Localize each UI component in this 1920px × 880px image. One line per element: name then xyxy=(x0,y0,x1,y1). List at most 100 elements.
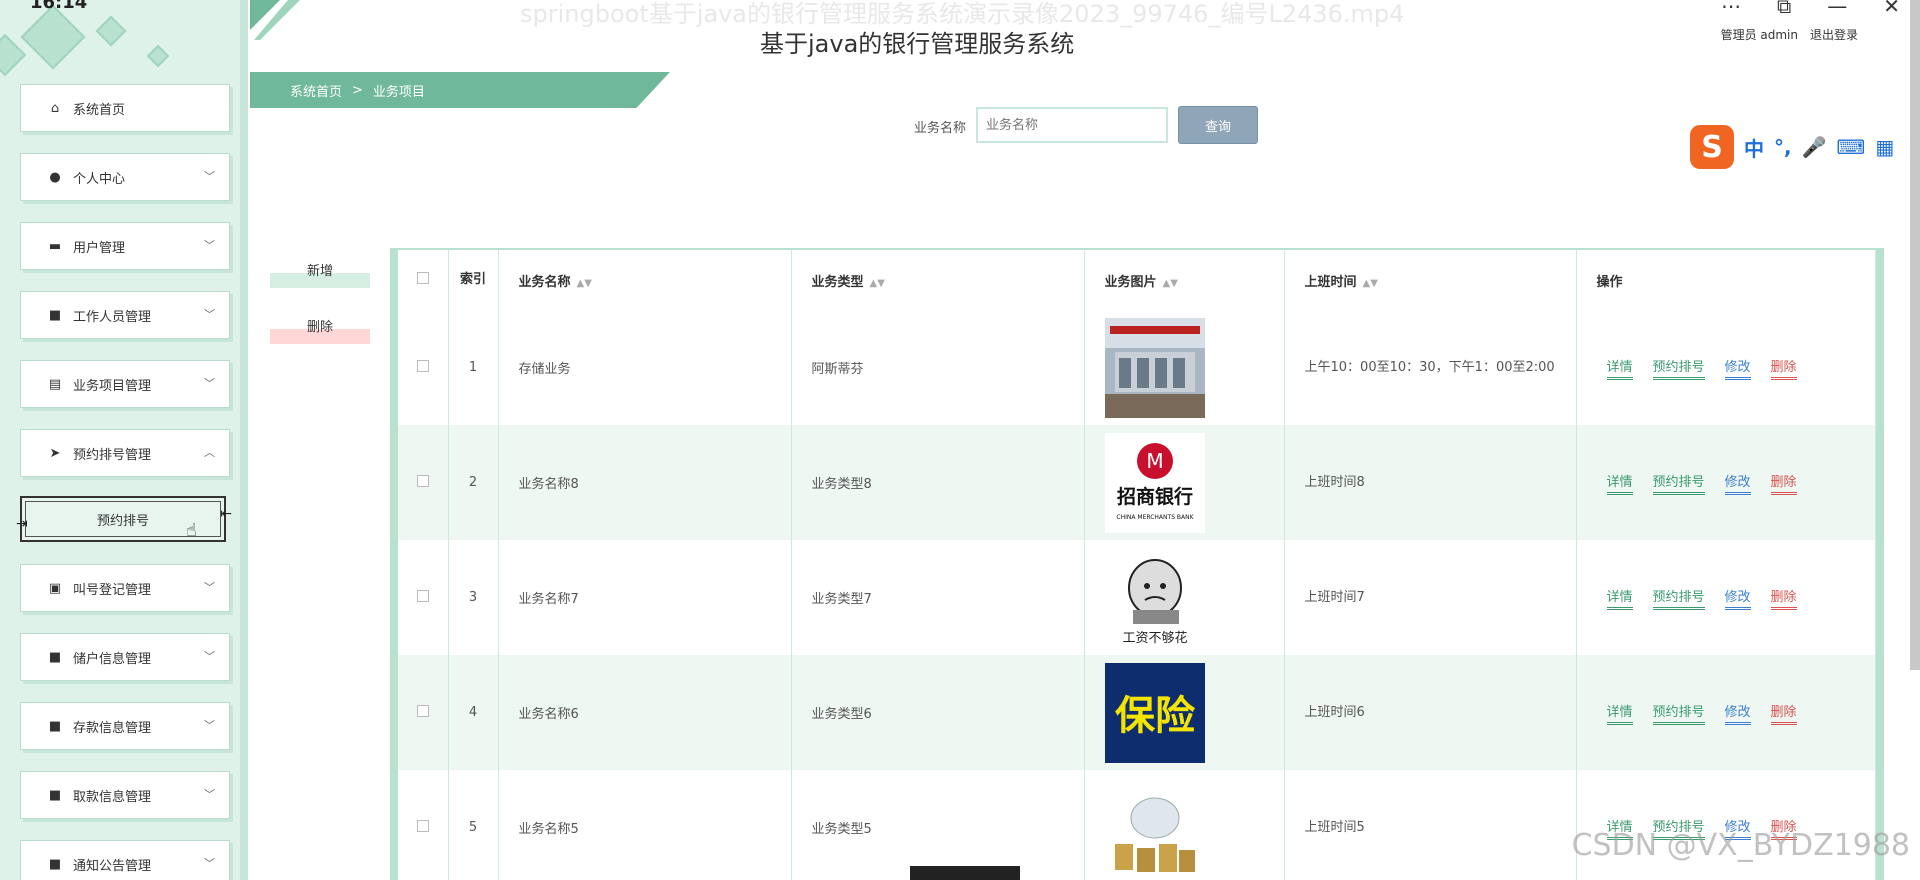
detail-link[interactable]: 详情 xyxy=(1606,701,1633,725)
sidebar-edge xyxy=(240,0,248,880)
sidebar-decoration xyxy=(0,33,27,77)
breadcrumb-separator: > xyxy=(352,82,363,98)
business-image xyxy=(1104,317,1205,418)
header-type-label: 业务类型 xyxy=(811,274,864,290)
minimize-icon[interactable]: — xyxy=(1827,0,1847,18)
sidebar-item[interactable]: ⌂ 系统首页 xyxy=(20,84,230,132)
sort-icon[interactable]: ▲▼ xyxy=(1363,278,1378,289)
header-image[interactable]: 业务图片 ▲▼ xyxy=(1084,250,1285,310)
search-input[interactable] xyxy=(976,107,1168,143)
add-button[interactable]: 新增 xyxy=(270,258,370,288)
sidebar-item-label: 工作人员管理 xyxy=(73,309,152,325)
sidebar-item[interactable]: ■ 取款信息管理 ﹀ xyxy=(20,771,230,819)
sort-icon[interactable]: ▲▼ xyxy=(577,278,592,289)
page-title: 基于java的银行管理服务系统 xyxy=(760,30,1075,58)
business-image: 保险 xyxy=(1104,662,1205,763)
reserve-link[interactable]: 预约排号 xyxy=(1652,586,1705,610)
select-all-checkbox[interactable] xyxy=(416,272,429,284)
row-checkbox[interactable] xyxy=(416,474,429,487)
apps-icon[interactable]: ▦ xyxy=(1875,135,1894,159)
row-checkbox[interactable] xyxy=(416,589,429,602)
row-select-cell xyxy=(398,425,449,540)
sort-icon[interactable]: ▲▼ xyxy=(870,278,885,289)
cell-index: 5 xyxy=(448,770,499,880)
breadcrumb-home[interactable]: 系统首页 xyxy=(290,81,342,100)
detail-link[interactable]: 详情 xyxy=(1606,586,1633,610)
user-area: 管理员 admin 退出登录 xyxy=(1721,26,1858,43)
sidebar-item[interactable]: ▤ 业务项目管理 ﹀ xyxy=(20,360,230,408)
cell-time: 上班时间8 xyxy=(1284,425,1577,540)
logout-link[interactable]: 退出登录 xyxy=(1810,26,1858,43)
keyboard-icon[interactable]: ⌨ xyxy=(1837,135,1866,159)
header-image-label: 业务图片 xyxy=(1104,274,1157,290)
detail-link[interactable]: 详情 xyxy=(1606,471,1633,495)
edit-link[interactable]: 修改 xyxy=(1724,586,1751,610)
sidebar-item[interactable]: ● 个人中心 ﹀ xyxy=(20,153,230,201)
chevron-down-icon: ﹀ xyxy=(204,308,215,321)
sidebar: ⌂ 系统首页 ● 个人中心 ﹀ ▬ 用户管理 ﹀ ■ 工作人员管理 ﹀ ▤ 业务项目管理 ﹀ ➤ 预约排号管理… xyxy=(0,0,248,880)
insurance-text: 保险 xyxy=(1115,693,1196,739)
sidebar-item[interactable]: ▬ 用户管理 ﹀ xyxy=(20,222,230,270)
ime-language[interactable]: 中 xyxy=(1744,133,1764,162)
sidebar-item[interactable]: ■ 工作人员管理 ﹀ xyxy=(20,291,230,339)
sidebar-item-label: 叫号登记管理 xyxy=(73,582,152,598)
cell-name: 存储业务 xyxy=(498,310,792,425)
sidebar-item-label: 通知公告管理 xyxy=(73,858,152,874)
sidebar-item[interactable]: ■ 存款信息管理 ﹀ xyxy=(20,702,230,750)
menu-icon[interactable]: ⋯ xyxy=(1721,0,1741,18)
edit-link[interactable]: 修改 xyxy=(1724,471,1751,495)
sidebar-item[interactable]: ➤ 预约排号管理 ︿ xyxy=(20,429,230,477)
close-icon[interactable]: ✕ xyxy=(1883,0,1900,18)
meme-text: 工资不够花 xyxy=(1122,630,1187,646)
sogou-logo-icon[interactable]: S xyxy=(1690,125,1734,169)
scrollbar[interactable] xyxy=(1910,0,1920,670)
sidebar-subitem-label: 预约排号 xyxy=(96,513,149,529)
send-icon: ➤ xyxy=(49,445,61,461)
cell-image: 保险 xyxy=(1084,655,1285,770)
delete-link[interactable]: 删除 xyxy=(1770,356,1797,380)
table-row: 4 业务名称6 业务类型6 保险 上班时间6 详情 预约排号 修改 删除 xyxy=(398,655,1876,770)
header-index: 索引 xyxy=(448,250,499,310)
restore-icon[interactable]: ⧉ xyxy=(1777,0,1791,18)
row-select-cell xyxy=(398,310,449,425)
sidebar-item[interactable]: ▣ 叫号登记管理 ﹀ xyxy=(20,564,230,612)
cell-name: 业务名称6 xyxy=(498,655,792,770)
header-type[interactable]: 业务类型 ▲▼ xyxy=(791,250,1085,310)
sort-icon[interactable]: ▲▼ xyxy=(1163,278,1178,289)
sidebar-decoration xyxy=(20,4,86,70)
header-time[interactable]: 上班时间 ▲▼ xyxy=(1284,250,1577,310)
chevron-down-icon: ﹀ xyxy=(204,239,215,252)
delete-button[interactable]: 删除 xyxy=(270,314,370,344)
cell-type: 业务类型8 xyxy=(791,425,1085,540)
chevron-down-icon: ﹀ xyxy=(204,377,215,390)
row-checkbox[interactable] xyxy=(416,704,429,717)
reserve-link[interactable]: 预约排号 xyxy=(1652,701,1705,725)
cell-type: 业务类型6 xyxy=(791,655,1085,770)
header-name[interactable]: 业务名称 ▲▼ xyxy=(498,250,792,310)
breadcrumb-current: 业务项目 xyxy=(372,84,425,100)
row-checkbox[interactable] xyxy=(416,359,429,372)
sidebar-item[interactable]: ■ 通知公告管理 ﹀ xyxy=(20,840,230,880)
row-checkbox[interactable] xyxy=(416,819,429,832)
microphone-icon[interactable]: 🎤 xyxy=(1802,135,1827,159)
delete-link[interactable]: 删除 xyxy=(1770,471,1797,495)
cell-name: 业务名称7 xyxy=(498,540,792,655)
sidebar-item[interactable]: ■ 储户信息管理 ﹀ xyxy=(20,633,230,681)
edit-link[interactable]: 修改 xyxy=(1724,356,1751,380)
detail-link[interactable]: 详情 xyxy=(1606,356,1633,380)
edit-link[interactable]: 修改 xyxy=(1724,701,1751,725)
delete-link[interactable]: 删除 xyxy=(1770,701,1797,725)
grid-icon: ■ xyxy=(48,718,62,734)
reserve-link[interactable]: 预约排号 xyxy=(1652,356,1705,380)
home-icon: ⌂ xyxy=(50,100,60,116)
row-select-cell xyxy=(398,770,449,880)
table-header-row: 索引 业务名称 ▲▼ 业务类型 ▲▼ 业务图片 ▲▼ 上班时间 ▲▼ 操作 xyxy=(398,250,1876,310)
chevron-down-icon: ﹀ xyxy=(204,788,215,801)
breadcrumb: 系统首页 > 业务项目 xyxy=(250,72,670,108)
search-button[interactable]: 查询 xyxy=(1178,106,1258,144)
reserve-link[interactable]: 预约排号 xyxy=(1652,471,1705,495)
ime-punct[interactable]: °, xyxy=(1774,135,1792,159)
delete-link[interactable]: 删除 xyxy=(1770,586,1797,610)
cell-ops: 详情 预约排号 修改 删除 xyxy=(1576,310,1876,425)
cell-name: 业务名称5 xyxy=(498,770,792,880)
